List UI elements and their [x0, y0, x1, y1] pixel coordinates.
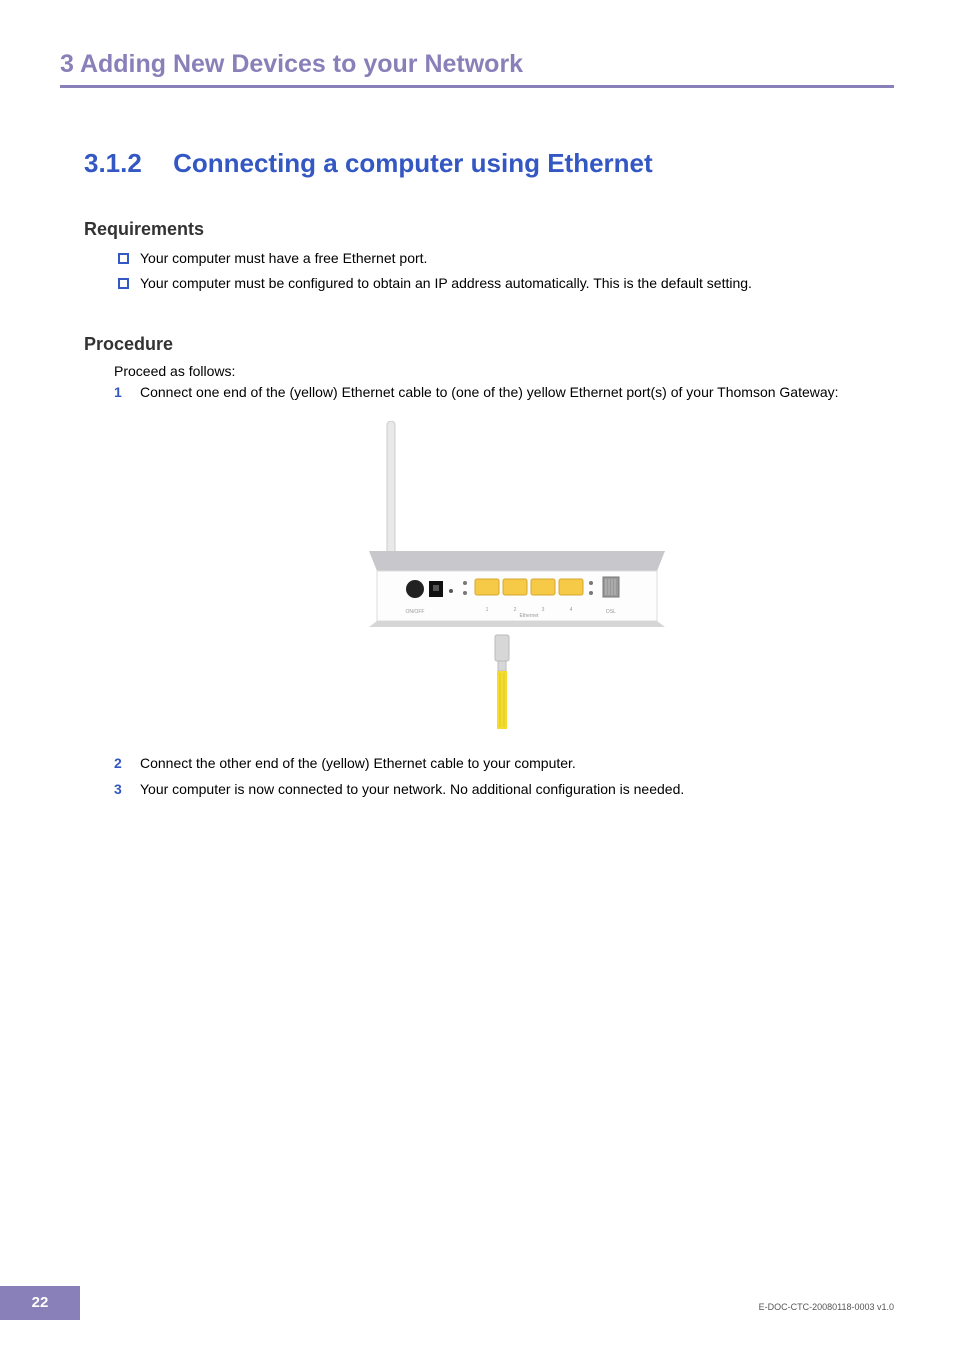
svg-text:ON/OFF: ON/OFF: [406, 609, 425, 615]
chapter-prefix: 3: [60, 50, 74, 78]
list-item: Connect the other end of the (yellow) Et…: [114, 754, 894, 774]
step-text: Connect one end of the (yellow) Ethernet…: [140, 384, 839, 400]
list-item: Your computer must be configured to obta…: [114, 273, 894, 294]
document-id: E-DOC-CTC-20080118-0003 v1.0: [759, 1302, 894, 1312]
list-item: Connect one end of the (yellow) Ethernet…: [114, 383, 894, 736]
requirements-heading: Requirements: [84, 219, 894, 240]
svg-text:2: 2: [514, 607, 517, 613]
page-number: 22: [0, 1286, 80, 1320]
svg-text:3: 3: [542, 607, 545, 613]
list-item: Your computer is now connected to your n…: [114, 780, 894, 800]
chapter-title: 3 Adding New Devices to your Network: [60, 50, 894, 88]
chapter-name: Adding New Devices to your Network: [80, 50, 523, 78]
procedure-heading: Procedure: [84, 334, 894, 355]
svg-text:DSL: DSL: [606, 609, 616, 615]
requirements-list: Your computer must have a free Ethernet …: [114, 248, 894, 294]
section-title: Connecting a computer using Ethernet: [173, 148, 653, 178]
list-item: Your computer must have a free Ethernet …: [114, 248, 894, 269]
router-figure: ON/OFF 1 2 Ethernet 3 4 DSL: [357, 421, 677, 737]
procedure-list: Connect one end of the (yellow) Ethernet…: [114, 383, 894, 799]
svg-text:Ethernet: Ethernet: [520, 613, 540, 619]
svg-text:1: 1: [486, 607, 489, 613]
procedure-intro: Proceed as follows:: [114, 363, 894, 379]
section-number: 3.1.2: [84, 148, 142, 179]
svg-text:4: 4: [570, 607, 573, 613]
section-heading: 3.1.2 Connecting a computer using Ethern…: [60, 148, 894, 179]
